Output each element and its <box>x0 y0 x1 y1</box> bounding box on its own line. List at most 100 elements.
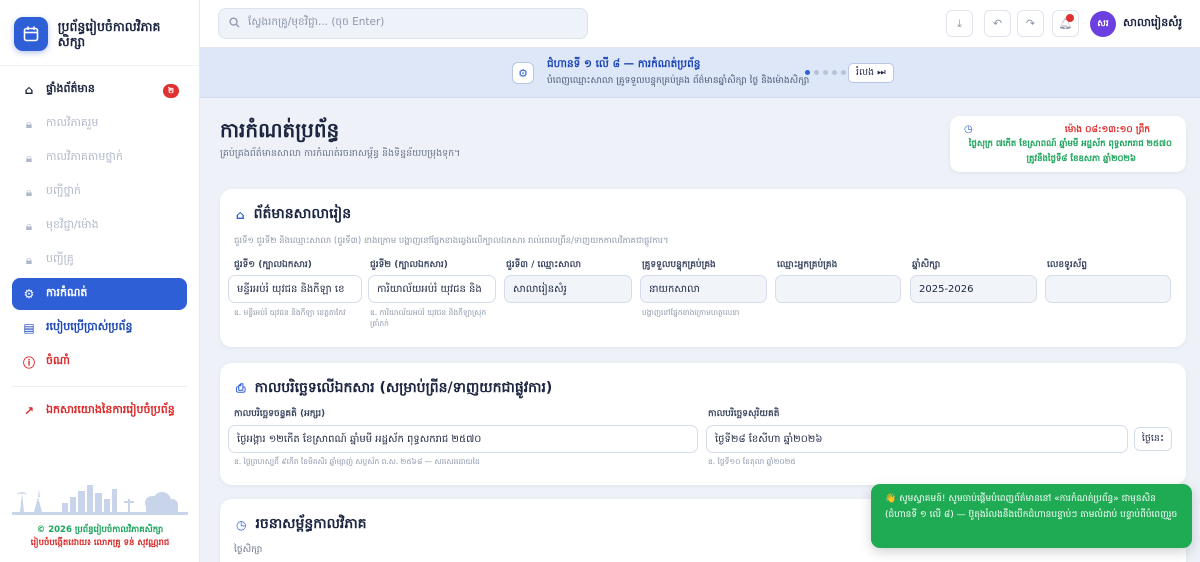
step-dot <box>841 70 846 75</box>
sidebar-item-reference[interactable]: ↗ ឯកសារយោងនៃការរៀបចំប្រព័ន្ធ <box>12 395 187 427</box>
field-label: ថ្ងៃសិក្សា <box>234 545 263 555</box>
field-hint: បង្ហាញនៅផ្នែកខាងក្រោមហត្ថលេខា <box>642 308 740 317</box>
divider <box>12 386 187 387</box>
field-hint: ឧ. មន្ទីរអប់រំ យុវជន និងកីឡា ខេត្តតាកែវ <box>234 308 346 317</box>
step-title: ជំហានទី ១ លើ ៨ — ការកំណត់ប្រព័ន្ធ <box>547 58 701 70</box>
field-hint: ឧ. ថ្ងៃព្រហស្បតិ៍ ៩កើត ខែមិគសិរ ឆ្នាំម្ស… <box>234 457 480 466</box>
school-info-card: ⌂ ព័ត៌មានសាលារៀន ជួរទី១ ជួរទី២ និងឈ្មោះស… <box>220 189 1186 347</box>
sidebar-item-subjects[interactable]: 🔒︎ មុខវិជ្ជា/ម៉ោង <box>12 210 187 242</box>
undo-icon: ↶ <box>992 17 1003 30</box>
card-title: ⌂ ព័ត៌មានសាលារៀន <box>236 204 351 225</box>
footer-copyright: © 2026 ប្រព័ន្ធរៀបចំកាលវិភាគសិក្សា <box>36 525 164 535</box>
field-label: ជួរទី២ (ក្បាលឯកសារ) <box>370 260 448 270</box>
sidebar-item-label: ការកំណត់ <box>46 286 88 299</box>
undo-button[interactable]: ↶ <box>984 10 1011 37</box>
onboarding-step-banner: ⚙ ជំហានទី ១ លើ ៨ — ការកំណត់ប្រព័ន្ធ បំពេ… <box>200 48 1200 98</box>
search-input[interactable]: ស្វែងរកគ្រូ/មុខវិជ្ជា... (ចុច Enter) <box>218 8 588 39</box>
today-button[interactable]: ថ្ងៃនេះ <box>1134 427 1172 451</box>
lock-icon: 🔒︎ <box>25 252 33 267</box>
lock-icon: 🔒︎ <box>25 218 33 233</box>
sidebar-item-dashboard[interactable]: ⌂ ផ្ទាំងព័ត៌មាន ២ <box>12 74 187 106</box>
skip-step-button[interactable]: រំលង ⏭ <box>848 63 894 83</box>
header-line2-input[interactable]: ការិយាល័យអប់រំ យុវជន និង <box>368 275 496 303</box>
printer-icon: ⎙ <box>236 381 246 395</box>
sidebar-item-label: កាលវិភាគតាមថ្នាក់ <box>46 150 123 163</box>
phone-input[interactable] <box>1045 275 1171 303</box>
sidebar-item-label: ចំណាំ <box>46 354 70 367</box>
app-title: ប្រព័ន្ធរៀបចំកាលវិភាគសិក្សា <box>57 18 161 49</box>
sidebar-item-label: ឯកសារយោងនៃការរៀបចំប្រព័ន្ធ <box>46 403 175 416</box>
sidebar-item-teachers[interactable]: 🔒︎ បញ្ជីគ្រូ <box>12 244 187 276</box>
download-icon: ⤓ <box>957 16 962 30</box>
header-line1-input[interactable]: មន្ទីរអប់រំ យុវជន និងកីឡា ខេ <box>228 275 362 303</box>
solar-date-input[interactable]: ថ្ងៃទី២៨ ខែសីហា ឆ្នាំ២០២៦ <box>706 425 1128 453</box>
manager-role-input[interactable]: នាយកសាលា <box>640 275 767 303</box>
footer-author: រៀបចំបង្កើតដោយ៖ លោកគ្រូ ទន់ សុវណ្ណរាជ <box>30 538 170 548</box>
welcome-toast[interactable]: 👋 សូមស្វាគមន៍! សូមចាប់ផ្តើមបំពេញព័ត៌មានន… <box>871 484 1192 548</box>
clock-time: ម៉ោង ០៨:១៣:១០ ព្រឹក <box>1064 125 1150 135</box>
step-dot <box>823 70 828 75</box>
card-title-text: ព័ត៌មានសាលារៀន <box>253 206 352 222</box>
download-button[interactable]: ⤓ <box>946 10 973 37</box>
field-label: កាលបរិច្ឆេទសុរិយគតិ <box>708 409 780 419</box>
search-placeholder: ស្វែងរកគ្រូ/មុខវិជ្ជា... (ចុច Enter) <box>248 16 385 28</box>
sidebar-item-guide[interactable]: ▤ របៀបប្រើប្រាស់ប្រព័ន្ធ <box>12 312 187 344</box>
field-label: ជួរទី៣ / ឈ្មោះសាលា <box>506 260 582 270</box>
notification-button[interactable]: 🔔︎ <box>1052 10 1079 37</box>
lock-icon: 🔒︎ <box>25 150 33 165</box>
clock-card: ◷ ម៉ោង ០៨:១៣:១០ ព្រឹក ថ្ងៃសុក្រ ៧កេីត ខែ… <box>950 116 1186 172</box>
step-dot <box>805 70 810 75</box>
page-subtitle: គ្រប់គ្រងព័ត៌មានសាលា ការកំណត់រចនាសម្ព័ន្… <box>220 148 461 159</box>
step-dot <box>814 70 819 75</box>
step-progress-dots <box>805 70 846 75</box>
avatar: សរ <box>1090 11 1116 37</box>
field-hint: ឧ. ថ្ងៃទី១០ ខែតុលា ឆ្នាំ២០២៥ <box>708 457 796 466</box>
clock-icon: ◷ <box>964 124 973 135</box>
card-title-text: កាលបរិច្ឆេទលើឯកសារ (សម្រាប់ព្រីន/ទាញយកជា… <box>254 380 553 396</box>
lock-icon: 🔒︎ <box>25 184 33 199</box>
sidebar-item-timetable-all[interactable]: 🔒︎ កាលវិភាគរួម <box>12 108 187 140</box>
external-link-icon: ↗ <box>23 404 35 418</box>
sidebar-nav: ⌂ ផ្ទាំងព័ត៌មាន ២ 🔒︎ កាលវិភាគរួម 🔒︎ កាលវ… <box>0 66 199 437</box>
sidebar-item-classes[interactable]: 🔒︎ បញ្ជីថ្នាក់ <box>12 176 187 208</box>
search-icon <box>229 16 240 31</box>
user-menu[interactable]: សរ សាលារៀនសំរូ <box>1090 11 1182 37</box>
card-title: ◷ រចនាសម្ព័ន្ធកាលវិភាគ <box>236 514 367 535</box>
step-description: បំពេញឈ្មោះសាលា គ្រូទទួលបន្ទុកគ្រប់គ្រង ព… <box>547 76 810 86</box>
card-title-text: រចនាសម្ព័ន្ធកាលវិភាគ <box>255 516 367 532</box>
sidebar-footer: © 2026 ប្រព័ន្ធរៀបចំកាលវិភាគសិក្សា រៀបចំ… <box>0 479 200 562</box>
academic-year-input[interactable]: 2025-2026 <box>910 275 1037 303</box>
sidebar-item-label: មុខវិជ្ជា/ម៉ោង <box>46 218 99 231</box>
lock-icon: 🔒︎ <box>25 116 33 131</box>
sidebar-item-label: បញ្ជីថ្នាក់ <box>46 184 81 197</box>
sidebar-item-label: ផ្ទាំងព័ត៌មាន <box>46 82 95 95</box>
home-icon: ⌂ <box>236 207 245 222</box>
manager-name-input[interactable] <box>775 275 901 303</box>
sidebar-item-notes[interactable]: ⓘ ចំណាំ <box>12 346 187 378</box>
document-date-card: ⎙ កាលបរិច្ឆេទលើឯកសារ (សម្រាប់ព្រីន/ទាញយក… <box>220 363 1186 485</box>
sidebar-item-settings[interactable]: ⚙ ការកំណត់ <box>12 278 187 310</box>
redo-button[interactable]: ↷ <box>1017 10 1044 37</box>
calendar-icon <box>14 16 48 51</box>
gear-icon: ⚙ <box>23 287 35 301</box>
clock-icon: ◷ <box>236 517 247 532</box>
sidebar-item-timetable-class[interactable]: 🔒︎ កាលវិភាគតាមថ្នាក់ <box>12 142 187 174</box>
info-icon: ⓘ <box>22 355 35 370</box>
school-name-input[interactable]: សាលារៀនសំរូ <box>504 275 632 303</box>
field-label: កាលបរិច្ឆេទចន្ទគតិ (អក្សរ) <box>234 409 326 419</box>
card-note: ជួរទី១ ជួរទី២ និងឈ្មោះសាលា (ជួរទី៣) ខាងក… <box>234 236 669 246</box>
sidebar: ប្រព័ន្ធរៀបចំកាលវិភាគសិក្សា ⌂ ផ្ទាំងព័ត៌… <box>0 0 200 562</box>
field-hint: ឧ. ការិយាល័យអប់រំ យុវជន និងកីឡាស្រុកត្រា… <box>370 308 487 328</box>
field-label: ឆ្នាំសិក្សា <box>912 260 941 270</box>
sidebar-item-label: កាលវិភាគរួម <box>46 116 99 129</box>
lunar-date-input[interactable]: ថ្ងៃអង្គារ ១២កើត ខែស្រាពណ៍ ឆ្នាំមមី អដ្ឋ… <box>228 425 698 453</box>
step-dot <box>832 70 837 75</box>
sidebar-item-label: របៀបប្រើប្រាស់ប្រព័ន្ធ <box>46 320 133 333</box>
field-label: លេខទូរស័ព្ទ <box>1047 260 1087 270</box>
gear-icon: ⚙ <box>512 62 534 84</box>
redo-icon: ↷ <box>1025 17 1036 30</box>
notification-badge: ២ <box>162 84 179 98</box>
sidebar-item-label: បញ្ជីគ្រូ <box>46 252 74 265</box>
brand: ប្រព័ន្ធរៀបចំកាលវិភាគសិក្សា <box>0 0 199 66</box>
field-label: ជួរទី១ (ក្បាលឯកសារ) <box>234 260 312 270</box>
